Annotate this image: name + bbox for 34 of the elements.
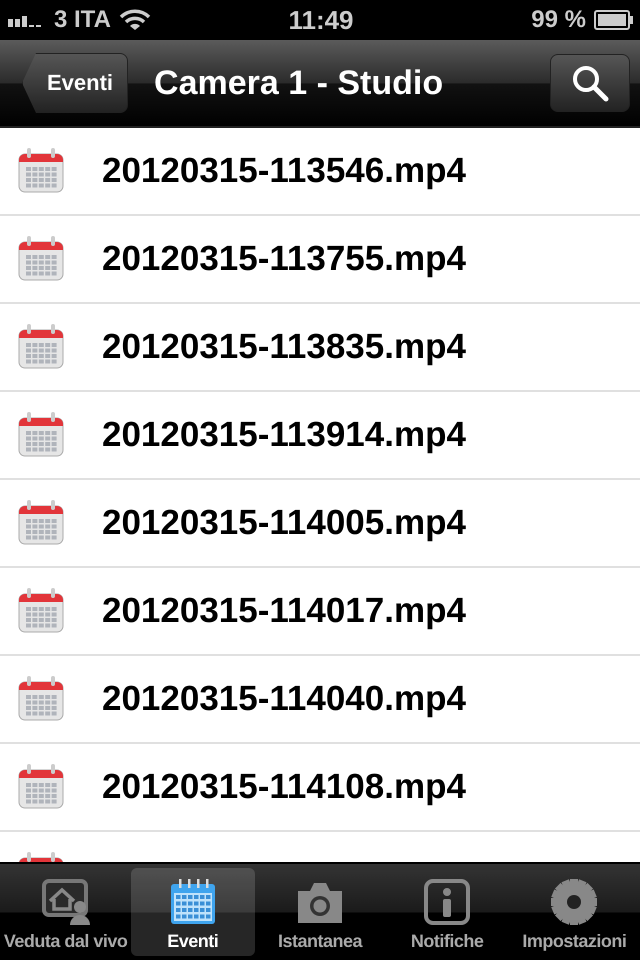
calendar-icon bbox=[18, 764, 64, 810]
file-name: 20120315-114005.mp4 bbox=[102, 503, 466, 543]
calendar-icon bbox=[18, 500, 64, 546]
calendar-icon bbox=[18, 324, 64, 370]
battery-icon bbox=[594, 10, 634, 30]
tab[interactable]: Veduta dal vivo bbox=[4, 868, 128, 956]
calendar-icon bbox=[18, 412, 64, 458]
gear-icon bbox=[550, 879, 598, 925]
calendar-icon bbox=[18, 676, 64, 722]
house-person-icon bbox=[42, 879, 90, 925]
file-name: 20120315-113835.mp4 bbox=[102, 327, 466, 367]
battery-percent: 99 % bbox=[531, 6, 586, 34]
file-name: 20120315-113546.mp4 bbox=[102, 151, 466, 191]
calendar-icon bbox=[18, 588, 64, 634]
back-button[interactable]: Eventi bbox=[22, 53, 128, 113]
file-name: 20120315-114108.mp4 bbox=[102, 767, 466, 807]
file-name: 20120315-113914.mp4 bbox=[102, 415, 466, 455]
wifi-icon bbox=[118, 9, 151, 31]
info-icon bbox=[423, 879, 472, 925]
search-icon bbox=[570, 63, 610, 103]
tab[interactable]: Notifiche bbox=[385, 868, 510, 956]
file-name: 20120315-114017.mp4 bbox=[102, 591, 466, 631]
tab[interactable]: Impostazioni bbox=[512, 868, 636, 956]
tab[interactable]: Istantanea bbox=[258, 868, 382, 956]
calendar-icon bbox=[18, 236, 64, 282]
file-name: 20120315-114040.mp4 bbox=[102, 679, 466, 719]
clock: 11:49 bbox=[288, 4, 354, 36]
calendar-icon bbox=[18, 148, 64, 194]
file-name: 20120315-113755.mp4 bbox=[102, 239, 466, 279]
tab[interactable]: Eventi bbox=[130, 868, 255, 956]
carrier-name: 3 ITA bbox=[54, 6, 111, 34]
search-button[interactable] bbox=[550, 54, 630, 112]
calendar-icon bbox=[168, 879, 217, 925]
screen-title: Camera 1 - Studio bbox=[154, 64, 444, 102]
